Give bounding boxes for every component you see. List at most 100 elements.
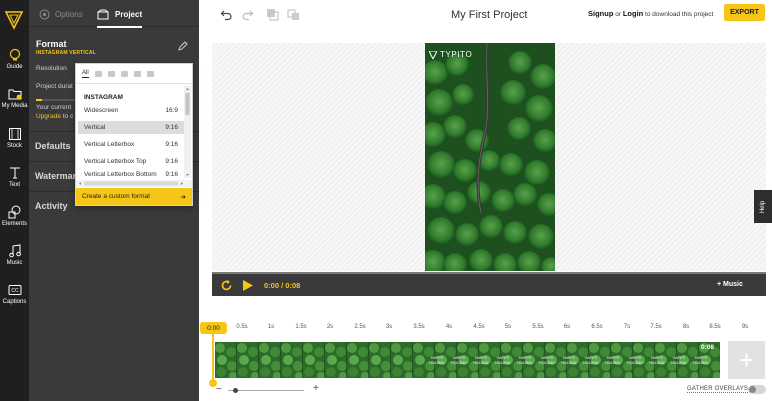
- tick-label: 2s: [326, 324, 334, 330]
- instagram-icon[interactable]: [146, 70, 154, 77]
- help-tab[interactable]: Help: [754, 190, 772, 223]
- zoom-out-button[interactable]: −: [216, 384, 222, 395]
- svg-text:HOLIDAY: HOLIDAY: [561, 361, 577, 365]
- svg-text:HAPPY: HAPPY: [585, 356, 598, 360]
- rail-item-captions[interactable]: CC Captions: [0, 283, 29, 321]
- duplicate-icon[interactable]: [266, 8, 279, 21]
- replay-icon[interactable]: [220, 279, 233, 292]
- tab-options[interactable]: Options: [39, 5, 83, 23]
- film-icon: [8, 128, 21, 140]
- youtube-icon[interactable]: [94, 70, 102, 77]
- dropdown-hscrollbar[interactable]: [76, 180, 192, 187]
- typito-watermark: TYPITO: [429, 50, 472, 59]
- format-option-ratio: 9:16: [165, 141, 178, 148]
- format-option-name: Vertical: [84, 124, 106, 131]
- rail-label: Stock: [6, 143, 22, 149]
- help-label: Help: [760, 200, 766, 213]
- bulb-icon: [9, 48, 20, 61]
- rail-label: Elements: [1, 221, 27, 227]
- tick-label: 6s: [563, 324, 571, 330]
- top-bar: My First Project Signup or Login to down…: [199, 0, 772, 32]
- rail-item-my-media[interactable]: My Media: [0, 87, 29, 125]
- typito-logo-icon[interactable]: [3, 9, 25, 31]
- zoom-slider[interactable]: [228, 390, 304, 391]
- format-option[interactable]: Widescreen 16:9: [78, 104, 184, 117]
- format-option-ratio: 9:16: [165, 171, 178, 178]
- export-button[interactable]: EXPORT: [724, 4, 765, 21]
- svg-text:HOLIDAY: HOLIDAY: [627, 361, 643, 365]
- rail-item-guide[interactable]: Guide: [0, 48, 29, 86]
- login-link[interactable]: Login: [623, 9, 643, 18]
- add-clip-button[interactable]: +: [728, 341, 765, 379]
- svg-text:HOLIDAY: HOLIDAY: [605, 361, 621, 365]
- svg-text:HOLIDAY: HOLIDAY: [517, 361, 533, 365]
- svg-text:HOLIDAY: HOLIDAY: [451, 361, 467, 365]
- signup-link[interactable]: Signup: [588, 9, 613, 18]
- tick-label: 0.5s: [236, 324, 248, 330]
- timeline-ruler[interactable]: 0.5s 1s 1.5s 2s 2.5s 3s 3.5s 4s 4.5s 5s …: [199, 318, 772, 338]
- section-label: Defaults: [35, 141, 71, 151]
- svg-text:HOLIDAY: HOLIDAY: [429, 361, 445, 365]
- format-option-ratio: 9:16: [165, 124, 178, 131]
- svg-text:HAPPY: HAPPY: [673, 356, 686, 360]
- rail-label: Guide: [6, 64, 23, 70]
- format-option-name: Vertical Letterbox: [84, 141, 135, 148]
- upgrade-line: Upgrade to c: [36, 113, 73, 120]
- format-option[interactable]: Vertical Letterbox Top 9:16: [78, 155, 184, 168]
- section-label: Activity: [35, 201, 68, 211]
- signup-prompt: Signup or Login to download this project: [588, 9, 713, 18]
- current-time: 0:00: [264, 281, 280, 290]
- filter-all[interactable]: All: [82, 70, 89, 78]
- rail-label: Text: [8, 182, 20, 188]
- section-label: Watermar: [35, 171, 77, 181]
- tab-project[interactable]: Project: [97, 5, 143, 28]
- svg-text:HAPPY: HAPPY: [519, 356, 532, 360]
- format-option-selected[interactable]: Vertical 9:16: [78, 121, 184, 134]
- video-track[interactable]: HAPPY HOLIDAY HAPPY HOLIDAY HAPPY HOLIDAY H…: [215, 342, 720, 378]
- twitter-icon[interactable]: [133, 70, 141, 77]
- undo-icon[interactable]: [220, 8, 233, 21]
- svg-text:HAPPY: HAPPY: [541, 356, 554, 360]
- forest-image: [425, 43, 555, 271]
- zoom-slider-knob[interactable]: [233, 388, 238, 393]
- play-icon[interactable]: [242, 279, 254, 292]
- rail-item-text[interactable]: Text: [0, 166, 29, 204]
- gather-overlays-toggle[interactable]: [748, 385, 766, 394]
- redo-icon[interactable]: [241, 8, 254, 21]
- zoom-in-button[interactable]: +: [313, 383, 319, 394]
- linkedin-icon[interactable]: [120, 70, 128, 77]
- format-title: Format: [36, 39, 67, 49]
- playhead-line[interactable]: [212, 334, 214, 385]
- svg-text:CC: CC: [11, 288, 19, 294]
- tick-label: 7.5s: [650, 324, 662, 330]
- tick-label: 9s: [741, 324, 749, 330]
- project-title[interactable]: My First Project: [451, 9, 527, 21]
- format-option[interactable]: Vertical Letterbox Bottom 9:16: [78, 171, 184, 180]
- shapes-icon: [8, 205, 20, 219]
- svg-text:HAPPY: HAPPY: [431, 356, 444, 360]
- pencil-icon[interactable]: [178, 41, 188, 51]
- tick-label: 2.5s: [354, 324, 366, 330]
- tab-underline: [97, 26, 143, 28]
- clip-thumbnails: HAPPYHOLIDAY HAPPYHOLIDAY HAPPYHOLIDAY H…: [215, 342, 720, 378]
- svg-text:HAPPY: HAPPY: [629, 356, 642, 360]
- facebook-icon[interactable]: [107, 70, 115, 77]
- music-icon: [8, 244, 21, 258]
- upgrade-link[interactable]: Upgrade: [36, 113, 61, 120]
- layers-icon[interactable]: [287, 8, 300, 21]
- toggle-knob: [749, 386, 756, 393]
- format-option-ratio: 9:16: [165, 158, 178, 165]
- format-option[interactable]: Vertical Letterbox 9:16: [78, 138, 184, 151]
- create-custom-format-button[interactable]: Create a custom format ➔: [76, 188, 192, 205]
- rail-item-elements[interactable]: Elements: [0, 205, 29, 243]
- app-root: Guide My Media Stock Text Elements Music…: [0, 0, 772, 401]
- add-music-button[interactable]: + Music: [717, 281, 743, 288]
- rail-item-stock[interactable]: Stock: [0, 127, 29, 165]
- playhead-time-badge[interactable]: 0:00: [200, 322, 227, 334]
- rail-item-music[interactable]: Music: [0, 244, 29, 282]
- tab-project-label: Project: [115, 9, 143, 19]
- duration-label: Project durat: [36, 83, 73, 90]
- svg-text:HOLIDAY: HOLIDAY: [473, 361, 489, 365]
- dropdown-scrollbar[interactable]: [184, 84, 191, 180]
- video-preview[interactable]: TYPITO: [425, 43, 555, 271]
